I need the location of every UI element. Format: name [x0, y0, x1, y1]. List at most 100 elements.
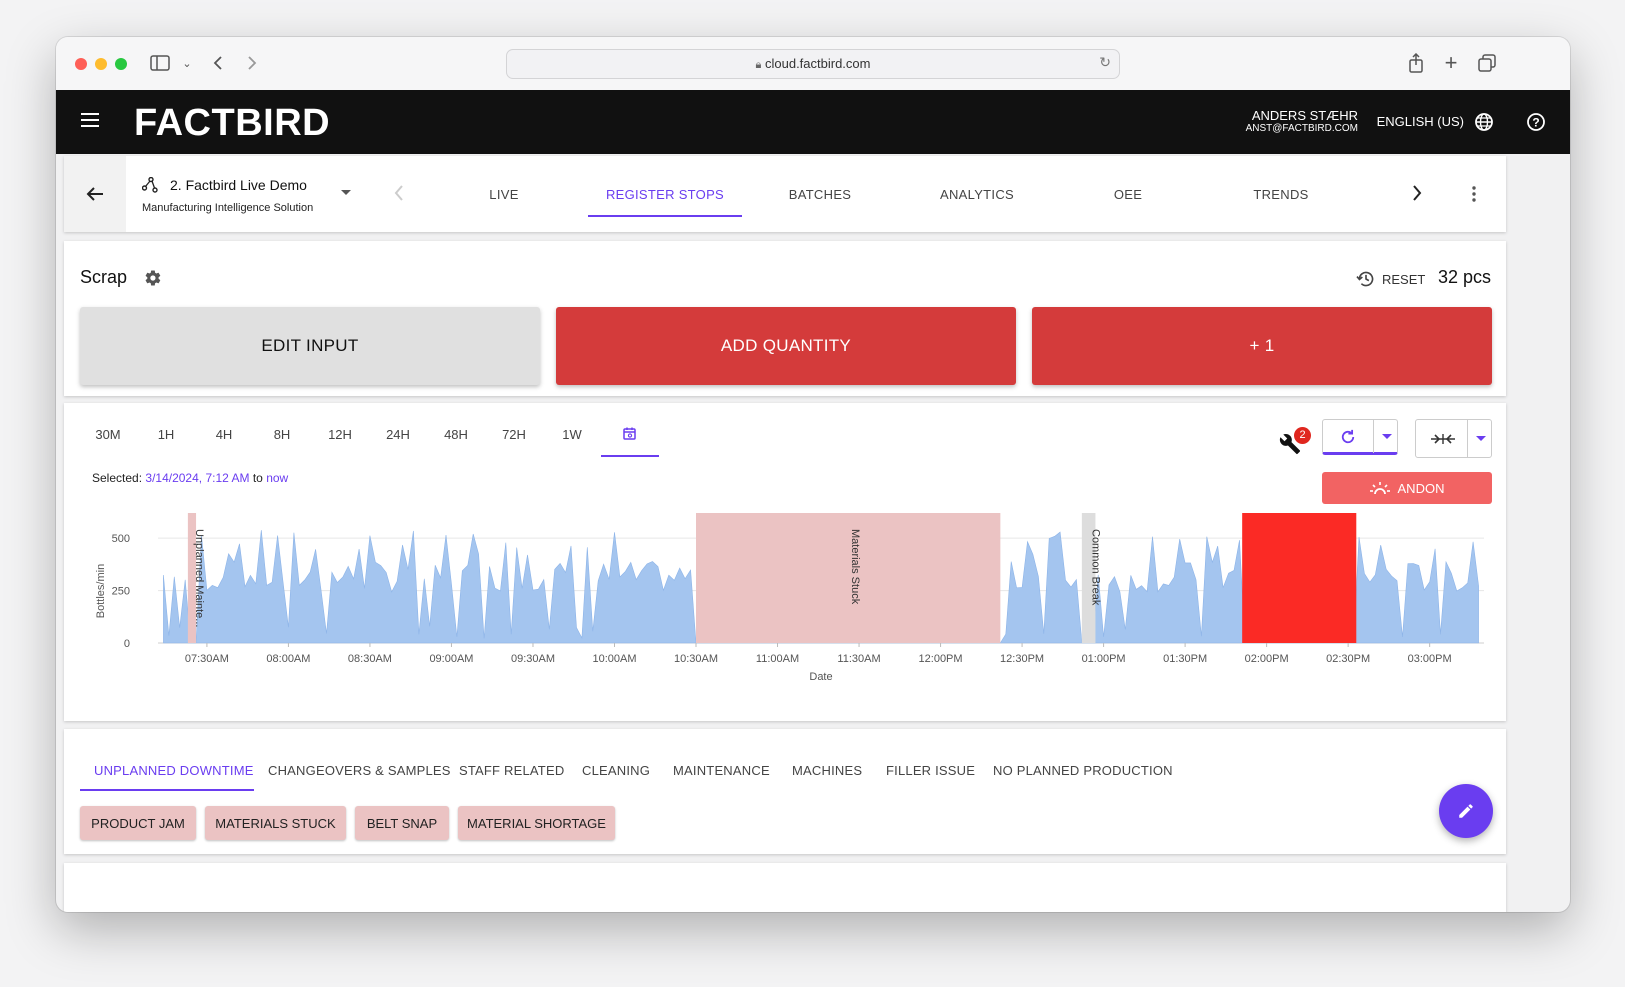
compress-split-button[interactable] — [1415, 419, 1492, 458]
x-tick-label: 10:00AM — [592, 653, 636, 665]
active-tab-indicator — [588, 215, 742, 217]
x-tick-label: 09:00AM — [429, 653, 473, 665]
factbird-logo[interactable]: FACTBIRD — [134, 102, 330, 145]
range-24h[interactable]: 24H — [378, 427, 418, 442]
edit-input-button[interactable]: EDIT INPUT — [80, 307, 540, 385]
globe-icon[interactable] — [1474, 112, 1494, 137]
history-icon[interactable] — [1356, 270, 1376, 293]
help-icon[interactable]: ? — [1526, 112, 1546, 137]
stop-band-label: Unplanned Mainte... — [193, 529, 205, 627]
edit-fab[interactable] — [1439, 784, 1493, 838]
user-email: ANST@FACTBIRD.COM — [1245, 123, 1358, 134]
close-window-button[interactable] — [75, 58, 87, 70]
back-button[interactable] — [64, 156, 126, 232]
scrap-title: Scrap — [80, 267, 128, 287]
add-quantity-button[interactable]: ADD QUANTITY — [556, 307, 1016, 385]
range-12h[interactable]: 12H — [320, 427, 360, 442]
new-tab-icon[interactable]: + — [1439, 50, 1463, 75]
stop-band — [696, 513, 1001, 643]
compress-arrows-icon — [1431, 434, 1455, 444]
calendar-range-button[interactable] — [601, 419, 659, 457]
refresh-icon[interactable] — [1339, 428, 1357, 446]
minimize-window-button[interactable] — [95, 58, 107, 70]
reset-button[interactable]: RESET — [1382, 272, 1425, 287]
x-tick-label: 11:00AM — [756, 653, 799, 665]
gear-icon[interactable] — [144, 269, 162, 292]
zoom-window-button[interactable] — [115, 58, 127, 70]
forward-icon[interactable] — [240, 51, 264, 75]
category-tab-maintenance[interactable]: MAINTENANCE — [673, 763, 770, 778]
range-48h[interactable]: 48H — [436, 427, 476, 442]
range-30m[interactable]: 30M — [88, 427, 128, 442]
y-axis-label: Bottles/min — [95, 564, 107, 618]
line-nav-card: 2. Factbird Live Demo Manufacturing Inte… — [64, 156, 1506, 232]
address-bar[interactable]: 🔒︎ cloud.factbird.com ↻ — [506, 49, 1120, 79]
line-title: 2. Factbird Live Demo — [170, 177, 307, 193]
x-tick-label: 11:30AM — [837, 653, 880, 665]
category-tab-unplanned-downtime[interactable]: UNPLANNED DOWNTIME — [94, 763, 254, 778]
compress-options-chevron[interactable] — [1467, 420, 1493, 457]
arrow-left-icon — [86, 187, 103, 201]
tab-analytics[interactable]: ANALYTICS — [922, 187, 1032, 202]
svg-text:?: ? — [1532, 116, 1539, 130]
tab-register-stops[interactable]: REGISTER STOPS — [588, 187, 742, 202]
stop-chip-material-shortage[interactable]: MATERIAL SHORTAGE — [458, 806, 615, 840]
category-tab-machines[interactable]: MACHINES — [792, 763, 862, 778]
tabs-scroll-left-icon[interactable] — [394, 184, 404, 207]
back-icon[interactable] — [206, 51, 230, 75]
stop-chip-product-jam[interactable]: PRODUCT JAM — [80, 806, 196, 840]
range-4h[interactable]: 4H — [204, 427, 244, 442]
range-72h[interactable]: 72H — [494, 427, 534, 442]
tab-overview-icon[interactable] — [1475, 51, 1499, 75]
language-selector[interactable]: ENGLISH (US) — [1377, 114, 1464, 129]
sidebar-icon[interactable] — [148, 51, 172, 75]
plus-one-button[interactable]: + 1 — [1032, 307, 1492, 385]
x-tick-label: 07:30AM — [185, 653, 229, 665]
caret-down-icon — [1382, 434, 1392, 439]
maintenance-button[interactable]: 2 — [1277, 427, 1311, 457]
maintenance-badge: 2 — [1294, 427, 1311, 444]
user-name[interactable]: ANDERS STÆHR — [1252, 108, 1358, 123]
tab-oee[interactable]: OEE — [1098, 187, 1158, 202]
stop-chip-belt-snap[interactable]: BELT SNAP — [355, 806, 449, 840]
range-1w[interactable]: 1W — [552, 427, 592, 442]
menu-icon[interactable] — [81, 113, 99, 132]
tabs-scroll-right-icon[interactable] — [1412, 184, 1422, 207]
tab-batches[interactable]: BATCHES — [770, 187, 870, 202]
category-tab-filler-issue[interactable]: FILLER ISSUE — [886, 763, 975, 778]
x-tick-label: 09:30AM — [511, 653, 555, 665]
category-tab-staff-related[interactable]: STAFF RELATED — [459, 763, 564, 778]
selected-start-link[interactable]: 3/14/2024, 7:12 AM — [145, 471, 249, 485]
tab-trends[interactable]: TRENDS — [1236, 187, 1326, 202]
category-tab-no-planned-production[interactable]: NO PLANNED PRODUCTION — [993, 763, 1173, 778]
more-vert-icon[interactable] — [1472, 186, 1476, 207]
refresh-split-button[interactable] — [1322, 419, 1398, 455]
tab-live[interactable]: LIVE — [464, 187, 544, 202]
x-tick-label: 08:30AM — [348, 653, 392, 665]
line-dropdown-icon[interactable] — [341, 190, 351, 195]
range-8h[interactable]: 8H — [262, 427, 302, 442]
browser-toolbar: ⌄ 🔒︎ cloud.factbird.com ↻ + — [56, 37, 1570, 91]
selected-end-link[interactable]: now — [266, 471, 288, 485]
refresh-options-chevron[interactable] — [1373, 420, 1399, 453]
x-tick-label: 01:00PM — [1082, 653, 1126, 665]
reload-icon[interactable]: ↻ — [1099, 54, 1111, 71]
category-tab-cleaning[interactable]: CLEANING — [582, 763, 650, 778]
stop-categories-card: UNPLANNED DOWNTIME CHANGEOVERS & SAMPLES… — [64, 729, 1506, 854]
production-rate-chart: Unplanned Mainte... Materials Stuck Common… — [95, 513, 1484, 683]
selected-range: Selected: 3/14/2024, 7:12 AM to now — [92, 471, 289, 485]
stop-band — [1242, 513, 1357, 643]
x-tick-label: 02:30PM — [1326, 653, 1370, 665]
x-axis-label: Date — [809, 671, 832, 683]
range-1h[interactable]: 1H — [146, 427, 186, 442]
stop-band-label: Materials Stuck — [849, 529, 861, 605]
line-selector[interactable]: 2. Factbird Live Demo Manufacturing Inte… — [142, 174, 362, 218]
share-icon[interactable] — [1404, 51, 1428, 75]
alarm-light-icon — [1369, 482, 1390, 495]
hierarchy-icon — [142, 177, 158, 193]
chevron-down-icon[interactable]: ⌄ — [175, 51, 199, 75]
andon-button[interactable]: ANDON — [1322, 472, 1492, 504]
calendar-search-icon — [623, 427, 636, 440]
category-tab-changeovers-samples[interactable]: CHANGEOVERS & SAMPLES — [268, 763, 451, 778]
stop-chip-materials-stuck[interactable]: MATERIALS STUCK — [205, 806, 346, 840]
